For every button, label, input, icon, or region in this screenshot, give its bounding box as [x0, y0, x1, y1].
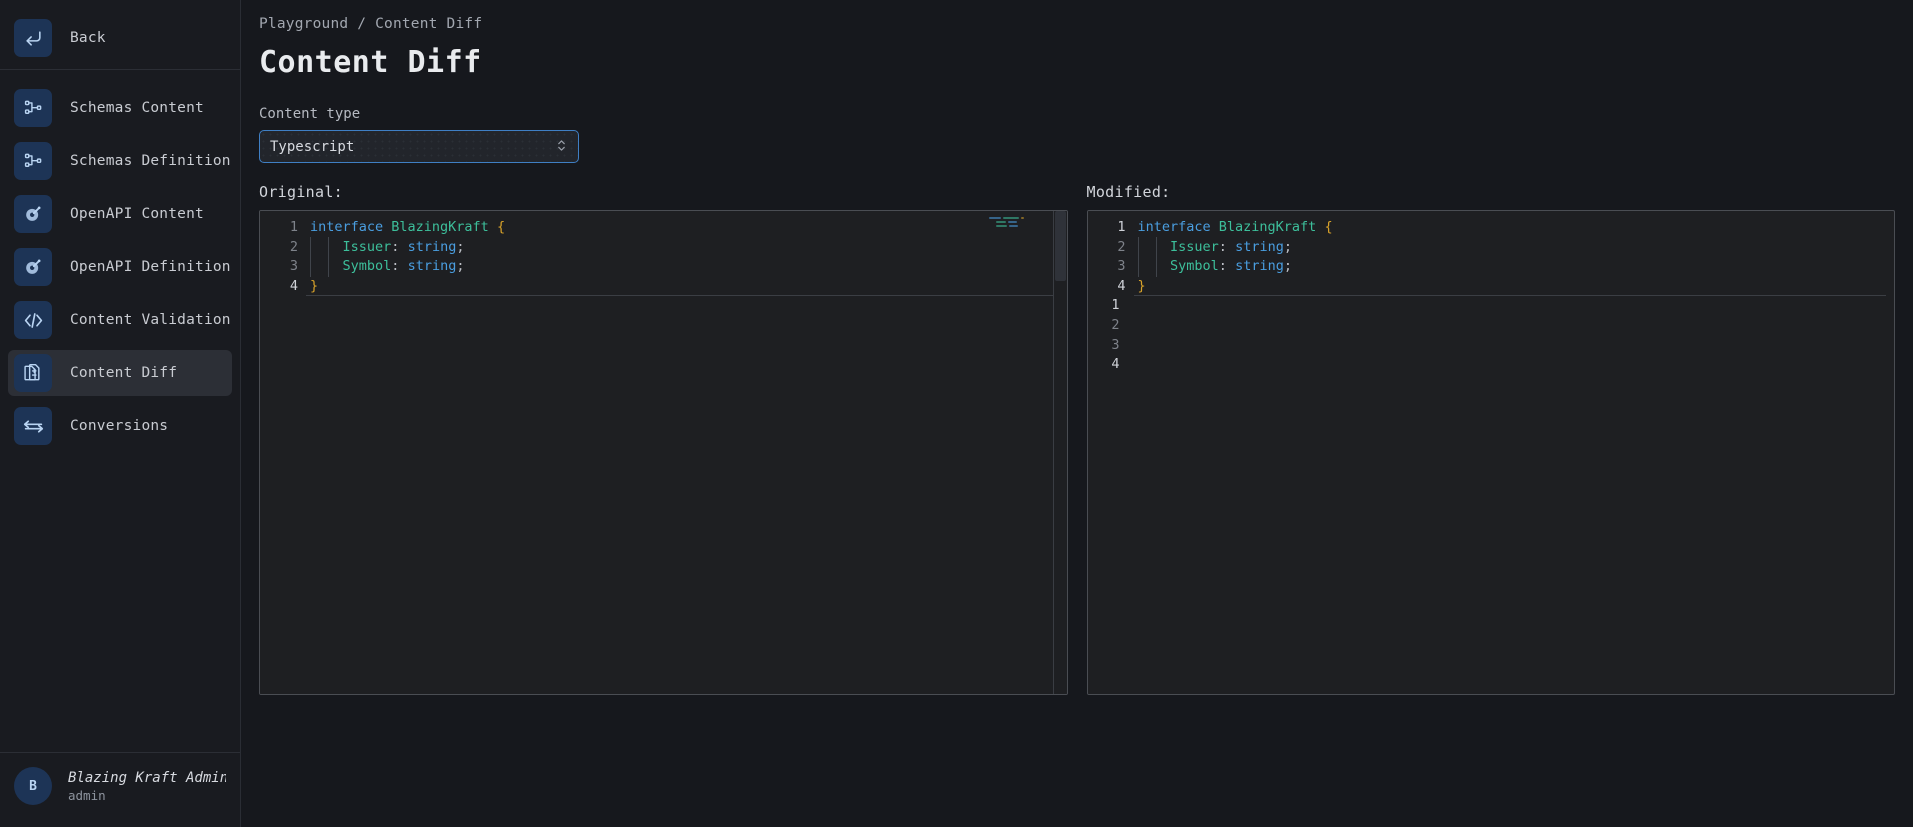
sidebar-item-content-diff[interactable]: Content Diff [8, 350, 232, 396]
line-number: 1 [1117, 219, 1126, 235]
user-profile[interactable]: B Blazing Kraft Admin admin [0, 753, 240, 827]
original-scrollbar[interactable] [1052, 211, 1067, 694]
sidebar-item-back[interactable]: Back [8, 15, 232, 61]
modified-overview-ruler[interactable] [1880, 211, 1894, 694]
modified-caption: Modified: [1086, 183, 1171, 201]
line-number: 4 [1117, 277, 1126, 294]
sidebar-item-label: Schemas Content [70, 100, 204, 116]
content-type-select[interactable]: Typescript [259, 130, 579, 163]
user-meta: Blazing Kraft Admin admin [68, 770, 226, 803]
sidebar-footer: B Blazing Kraft Admin admin [0, 752, 240, 827]
schema-tree-icon [14, 142, 52, 180]
chevron-updown-icon[interactable] [556, 138, 567, 156]
swap-arrows-icon [14, 407, 52, 445]
app-root: Back Schemas Content Schemas Definition [0, 0, 1913, 827]
sidebar: Back Schemas Content Schemas Definition [0, 0, 241, 827]
page-title: Content Diff [259, 45, 482, 80]
modified-editor[interactable]: 1 2 3 4 1 2 3 4 interface BlazingKraft {… [1086, 210, 1895, 695]
code-line: Symbol: string; [1170, 258, 1292, 275]
user-role: admin [68, 787, 106, 803]
openapi-icon [14, 195, 52, 233]
original-line-numbers: 1 2 3 4 [260, 218, 306, 296]
sidebar-item-label: Schemas Definition [70, 153, 231, 169]
code-line: } [306, 277, 1067, 297]
sidebar-item-label: OpenAPI Content [70, 206, 204, 222]
content-type-label: Content type [259, 106, 361, 122]
modified-original-line-numbers: 1 2 3 4 [1088, 218, 1134, 296]
code-line: Symbol: string; [342, 258, 465, 275]
sidebar-item-schemas-content[interactable]: Schemas Content [8, 85, 232, 131]
line-number: 2 [289, 238, 298, 255]
original-caption: Original: [259, 183, 343, 201]
sidebar-item-label: Back [70, 30, 106, 46]
sidebar-item-schemas-definition[interactable]: Schemas Definition [8, 138, 232, 184]
original-editor-column: Original: 1 2 3 4 interface BlazingKraft… [259, 183, 1068, 695]
sidebar-item-content-validation[interactable]: Content Validation [8, 297, 232, 343]
openapi-icon [14, 248, 52, 286]
code-line: interface BlazingKraft { [1137, 219, 1333, 235]
breadcrumb: Playground / Content Diff [259, 16, 483, 32]
code-line: } [1133, 277, 1895, 297]
user-name: Blazing Kraft Admin [68, 769, 226, 786]
content-type-select-wrap: Typescript [259, 130, 579, 163]
line-number: 3 [1111, 336, 1120, 353]
code-line: Issuer: string; [342, 238, 465, 255]
original-code-area[interactable]: interface BlazingKraft { Issuer: string;… [306, 211, 1067, 694]
back-arrow-icon [14, 19, 52, 57]
line-number: 1 [1111, 297, 1120, 314]
original-gutter: 1 2 3 4 [260, 211, 306, 694]
sidebar-item-label: OpenAPI Definition [70, 259, 231, 275]
modified-editor-column: Modified: 1 2 3 4 1 2 3 4 interface Blaz… [1086, 183, 1895, 695]
code-line: interface BlazingKraft { [310, 219, 506, 235]
sidebar-item-conversions[interactable]: Conversions [8, 403, 232, 449]
minimap[interactable] [988, 217, 1045, 231]
line-number: 2 [1111, 316, 1120, 333]
modified-gutter: 1 2 3 4 1 2 3 4 [1087, 211, 1134, 694]
sidebar-item-label: Content Diff [70, 365, 178, 381]
code-brackets-icon [14, 301, 52, 339]
line-number: 1 [289, 219, 298, 235]
schema-tree-icon [14, 89, 52, 127]
sidebar-item-openapi-content[interactable]: OpenAPI Content [8, 191, 232, 237]
line-number: 2 [1117, 238, 1126, 255]
sidebar-top: Back [0, 0, 240, 70]
sidebar-item-openapi-definition[interactable]: OpenAPI Definition [8, 244, 232, 290]
diff-editors: Original: 1 2 3 4 interface BlazingKraft… [259, 183, 1895, 695]
avatar: B [14, 767, 52, 805]
sidebar-nav-list: Schemas Content Schemas Definition OpenA… [0, 70, 240, 752]
modified-modified-line-numbers: 1 2 3 4 [1088, 296, 1128, 374]
main-content: Playground / Content Diff Content Diff C… [241, 0, 1913, 827]
scrollbar-thumb[interactable] [1054, 211, 1066, 281]
sidebar-item-label: Content Validation [70, 312, 231, 328]
line-number: 3 [289, 258, 298, 275]
line-number: 4 [1111, 356, 1120, 373]
line-number: 4 [289, 277, 298, 294]
original-editor[interactable]: 1 2 3 4 interface BlazingKraft { Issuer:… [259, 210, 1068, 695]
modified-code-area[interactable]: interface BlazingKraft { Issuer: string;… [1133, 211, 1895, 694]
diff-docs-icon [14, 354, 52, 392]
line-number: 3 [1117, 258, 1126, 275]
content-type-value: Typescript [270, 138, 355, 155]
code-line: Issuer: string; [1170, 238, 1292, 255]
sidebar-item-label: Conversions [70, 418, 169, 434]
